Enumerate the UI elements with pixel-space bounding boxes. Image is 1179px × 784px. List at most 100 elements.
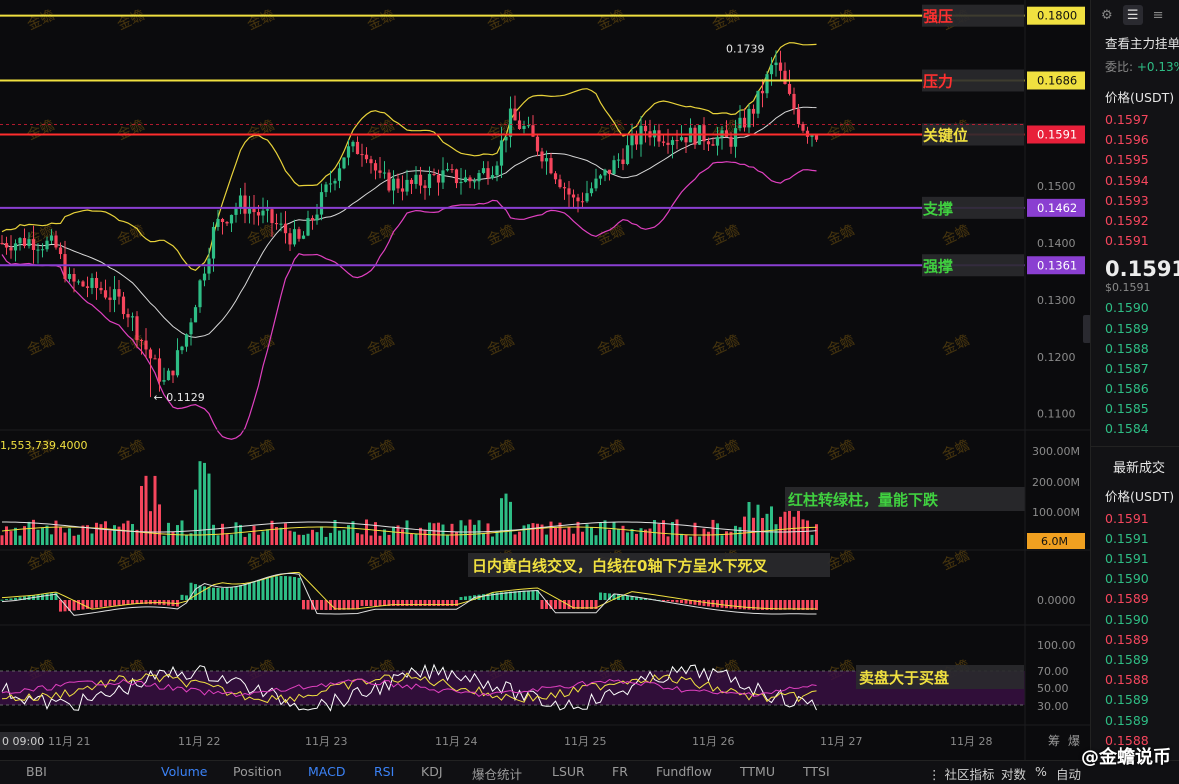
macd-bar xyxy=(212,587,215,600)
candle-body xyxy=(711,144,715,146)
trade-row[interactable]: 0.1591 xyxy=(1091,529,1179,549)
watermark-text: 金蟾 xyxy=(940,547,972,573)
trade-row[interactable]: 0.1589 xyxy=(1091,589,1179,609)
candle-body xyxy=(391,178,396,191)
volume-bar xyxy=(90,533,94,545)
indicator-tab-fundflow[interactable]: Fundflow xyxy=(656,764,712,779)
candle-body xyxy=(738,117,742,129)
macd-bar xyxy=(234,586,238,600)
bid-row[interactable]: 0.1587 xyxy=(1091,359,1179,379)
community-icon: ⋮ xyxy=(928,767,945,782)
candle-body xyxy=(184,334,189,347)
macd-bar xyxy=(351,600,355,610)
ask-row[interactable]: 0.1593 xyxy=(1091,191,1179,211)
volume-bar xyxy=(563,529,566,545)
ask-row[interactable]: 0.1594 xyxy=(1091,171,1179,191)
candle-body xyxy=(576,197,580,202)
rsi-tick: 100.00 xyxy=(1037,639,1076,652)
orderbook-sell-icon[interactable]: ≡ xyxy=(1153,8,1164,23)
volume-bar xyxy=(108,530,112,545)
bid-row[interactable]: 0.1588 xyxy=(1091,339,1179,359)
volume-bar xyxy=(81,525,85,545)
ask-row[interactable]: 0.1596 xyxy=(1091,130,1179,150)
trade-row[interactable]: 0.1589 xyxy=(1091,711,1179,731)
candle-body xyxy=(9,247,13,251)
candle-body xyxy=(103,290,108,298)
indicator-tab-爆仓统计[interactable]: 爆仓统计 xyxy=(472,764,522,783)
indicator-tab-kdj[interactable]: KDJ xyxy=(421,764,443,779)
macd-bar xyxy=(248,582,251,600)
trade-row[interactable]: 0.1589 xyxy=(1091,650,1179,670)
volume-bar xyxy=(329,532,332,545)
indicator-tab-ttsi[interactable]: TTSI xyxy=(803,764,830,779)
indicator-tab-macd[interactable]: MACD xyxy=(308,764,345,779)
macd-bar xyxy=(365,600,368,606)
volume-bar xyxy=(774,524,778,545)
last-price: 0.1591 xyxy=(1105,257,1179,282)
trade-row[interactable]: 0.1591 xyxy=(1091,549,1179,569)
auto-scale-toggle[interactable]: 自动 xyxy=(1056,764,1081,783)
bid-row[interactable]: 0.1590 xyxy=(1091,298,1179,318)
volume-bar xyxy=(788,510,791,545)
candle-body xyxy=(0,243,4,245)
rsi-tick: 30.00 xyxy=(1037,700,1069,713)
volume-bar xyxy=(306,533,310,545)
volume-bar xyxy=(302,534,305,545)
macd-bar xyxy=(185,595,188,600)
log-scale-toggle[interactable]: 对数 xyxy=(1001,764,1026,783)
volume-bar xyxy=(9,531,13,545)
indicator-tab-ttmu[interactable]: TTMU xyxy=(740,764,775,779)
candle-body xyxy=(774,62,778,66)
indicator-tab-fr[interactable]: FR xyxy=(612,764,628,779)
ask-row[interactable]: 0.1592 xyxy=(1091,211,1179,231)
macd-bar xyxy=(347,600,350,610)
volume-bar xyxy=(225,534,229,545)
candle-body xyxy=(112,289,117,300)
volume-bar xyxy=(140,485,143,545)
bid-row[interactable]: 0.1585 xyxy=(1091,399,1179,419)
trades-title[interactable]: 最新成交 xyxy=(1091,445,1179,482)
ask-row[interactable]: 0.1597 xyxy=(1091,110,1179,130)
indicator-tab-bbi[interactable]: BBI xyxy=(26,764,47,779)
trade-row[interactable]: 0.1590 xyxy=(1091,569,1179,589)
candle-body xyxy=(265,209,270,211)
candle-body xyxy=(328,183,333,185)
ask-row[interactable]: 0.1595 xyxy=(1091,150,1179,170)
ask-row[interactable]: 0.1591 xyxy=(1091,231,1179,251)
macd-bar xyxy=(239,585,242,600)
trade-row[interactable]: 0.1589 xyxy=(1091,690,1179,710)
bid-row[interactable]: 0.1589 xyxy=(1091,319,1179,339)
indicator-tab-volume[interactable]: Volume xyxy=(161,764,208,779)
order-book-title[interactable]: 查看主力挂单 xyxy=(1091,30,1179,52)
indicator-tab-lsur[interactable]: LSUR xyxy=(552,764,585,779)
macd-bar xyxy=(0,599,4,601)
volume-bar xyxy=(581,531,584,545)
candle-body xyxy=(90,277,94,288)
volume-bar xyxy=(747,501,751,545)
trade-row[interactable]: 0.1589 xyxy=(1091,630,1179,650)
volume-bar xyxy=(459,520,463,545)
macd-bar xyxy=(113,600,116,606)
percent-toggle[interactable]: % xyxy=(1035,764,1047,779)
price-badge-text: 0.1361 xyxy=(1037,258,1077,272)
volume-bar xyxy=(554,527,557,545)
trade-row[interactable]: 0.1588 xyxy=(1091,670,1179,690)
candle-body xyxy=(706,141,711,145)
community-indicators-button[interactable]: ⋮ 社区指标 xyxy=(928,764,995,783)
candle-body xyxy=(40,249,45,251)
chart-area[interactable]: 金蟾 金蟾 金蟾 金蟾 金蟾 金蟾 金蟾 金蟾金蟾 金蟾 金蟾 金蟾 金蟾 金蟾 金蟾金蟾 金蟾 金蟾 金蟾 金蟾… xyxy=(0,0,1090,760)
orderbook-view-icon[interactable]: ☰ xyxy=(1122,5,1143,25)
bid-row[interactable]: 0.1586 xyxy=(1091,379,1179,399)
indicator-tab-rsi[interactable]: RSI xyxy=(374,764,394,779)
indicator-tab-position[interactable]: Position xyxy=(233,764,282,779)
volume-bar xyxy=(635,533,638,545)
bid-row[interactable]: 0.1584 xyxy=(1091,419,1179,439)
volume-bar xyxy=(500,498,503,545)
trade-row[interactable]: 0.1591 xyxy=(1091,509,1179,529)
volume-bar xyxy=(450,523,454,545)
candle-body xyxy=(22,238,27,247)
volume-bar xyxy=(45,525,49,545)
trade-row[interactable]: 0.1590 xyxy=(1091,610,1179,630)
watermark-text: 金蟾 xyxy=(25,332,57,358)
settings-icon[interactable]: ⚙ xyxy=(1101,8,1113,23)
